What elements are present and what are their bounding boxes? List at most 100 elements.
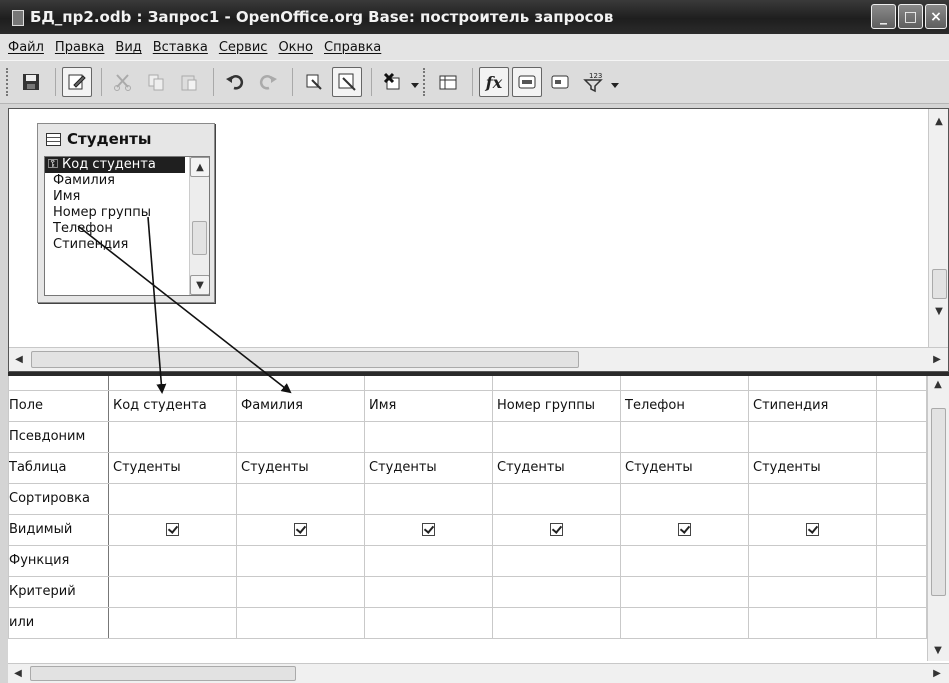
scroll-left-button[interactable]: ◀ [8,663,28,683]
scroll-thumb[interactable] [932,269,947,299]
visible-cell[interactable] [876,513,927,546]
column-selector[interactable] [876,376,927,391]
sort-cell[interactable] [108,482,237,515]
field-cell[interactable]: Стипендия [748,389,877,422]
design-view-icon[interactable] [332,67,362,97]
chevron-down-icon[interactable] [411,76,419,88]
scroll-right-button[interactable]: ▶ [927,349,947,369]
criteria-cell[interactable] [236,575,365,608]
sort-cell[interactable] [364,482,493,515]
visible-checkbox[interactable] [550,523,563,536]
field-item[interactable]: Телефон [45,221,185,237]
or-cell[interactable] [364,606,493,639]
alias-cell[interactable] [364,420,493,453]
visible-checkbox[interactable] [806,523,819,536]
criteria-cell[interactable] [364,575,493,608]
run-query-icon[interactable] [299,67,329,97]
column-selector[interactable] [108,376,237,391]
alias-cell[interactable] [492,420,621,453]
column-selector[interactable] [236,376,365,391]
distinct-values-icon[interactable]: 123 [578,67,608,97]
cut-icon[interactable] [108,67,138,97]
menu-window[interactable]: Окно [278,40,313,55]
sort-cell[interactable] [236,482,365,515]
function-cell[interactable] [236,544,365,577]
visible-checkbox[interactable] [422,523,435,536]
criteria-cell[interactable] [492,575,621,608]
function-cell[interactable] [748,544,877,577]
close-button[interactable]: × [925,4,947,29]
menu-edit[interactable]: Правка [55,40,104,55]
menu-tools[interactable]: Сервис [219,40,268,55]
function-cell[interactable] [492,544,621,577]
toolbar-grip[interactable] [423,68,427,96]
column-selector[interactable] [364,376,493,391]
scroll-down-button[interactable]: ▼ [190,275,209,295]
scroll-up-button[interactable]: ▲ [190,157,209,177]
table-cell[interactable]: Студенты [236,451,365,484]
table-cell[interactable]: Студенты [108,451,237,484]
scroll-left-button[interactable]: ◀ [9,349,29,369]
scroll-up-button[interactable]: ▲ [928,376,948,394]
paste-icon[interactable] [174,67,204,97]
chevron-down-icon[interactable] [611,76,619,88]
design-horizontal-scrollbar[interactable]: ◀ ▶ [9,347,948,371]
visible-checkbox[interactable] [166,523,179,536]
menu-insert[interactable]: Вставка [153,40,208,55]
field-cell[interactable]: Телефон [620,389,749,422]
floppy-disk-icon[interactable] [16,67,46,97]
grid-horizontal-scrollbar[interactable]: ◀ ▶ [8,663,949,683]
field-item[interactable]: ⚿ Код студента [45,157,185,173]
table-window-students[interactable]: Студенты ⚿ Код студента Фамилия Имя Номе… [37,123,215,303]
alias-cell[interactable] [748,420,877,453]
or-cell[interactable] [236,606,365,639]
scroll-thumb[interactable] [30,666,296,681]
field-cell[interactable]: Имя [364,389,493,422]
or-cell[interactable] [620,606,749,639]
menu-help[interactable]: Справка [324,40,381,55]
table-cell[interactable] [876,451,927,484]
scroll-down-button[interactable]: ▼ [928,640,948,660]
redo-icon[interactable] [253,67,283,97]
scroll-down-button[interactable]: ▼ [929,301,948,321]
field-list-scrollbar[interactable]: ▲ ▼ [189,157,209,295]
or-cell[interactable] [748,606,877,639]
field-cell[interactable] [876,389,927,422]
visible-checkbox[interactable] [678,523,691,536]
column-selector[interactable] [620,376,749,391]
grid-vertical-scrollbar[interactable]: ▲ ▼ [927,376,949,661]
function-cell[interactable] [364,544,493,577]
field-cell[interactable]: Код студента [108,389,237,422]
scroll-up-button[interactable]: ▲ [929,111,948,131]
or-cell[interactable] [108,606,237,639]
table-cell[interactable]: Студенты [364,451,493,484]
field-item[interactable]: Стипендия [45,237,185,253]
criteria-cell[interactable] [620,575,749,608]
menu-file[interactable]: Файл [8,40,44,55]
sort-cell[interactable] [876,482,927,515]
field-item[interactable]: Фамилия [45,173,185,189]
table-cell[interactable]: Студенты [620,451,749,484]
scroll-thumb[interactable] [192,221,207,255]
column-selector[interactable] [748,376,877,391]
or-cell[interactable] [876,606,927,639]
alias-cell[interactable] [876,420,927,453]
alias-cell[interactable] [108,420,237,453]
criteria-cell[interactable] [748,575,877,608]
sort-cell[interactable] [748,482,877,515]
sort-cell[interactable] [620,482,749,515]
field-cell[interactable]: Фамилия [236,389,365,422]
column-selector[interactable] [492,376,621,391]
function-cell[interactable] [876,544,927,577]
add-table-icon[interactable] [433,67,463,97]
clear-query-icon[interactable] [378,67,408,97]
scroll-thumb[interactable] [931,408,946,596]
criteria-cell[interactable] [876,575,927,608]
table-name-icon[interactable] [512,67,542,97]
scroll-right-button[interactable]: ▶ [927,663,947,683]
function-cell[interactable] [620,544,749,577]
alias-cell[interactable] [620,420,749,453]
field-item[interactable]: Имя [45,189,185,205]
design-vertical-scrollbar[interactable]: ▲ ▼ [928,109,948,347]
alias-cell[interactable] [236,420,365,453]
